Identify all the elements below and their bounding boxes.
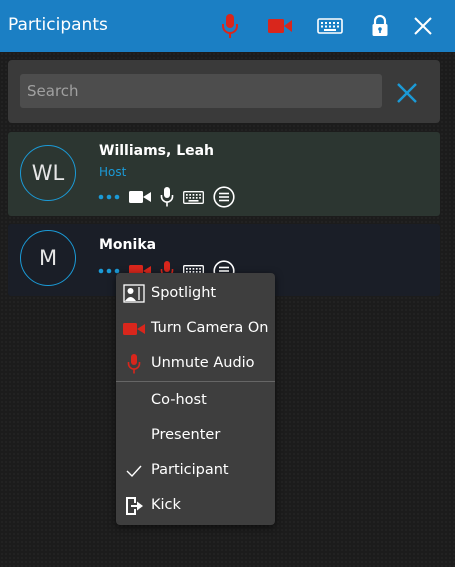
menu-item-label: Turn Camera On bbox=[151, 320, 269, 336]
participant-name: Monika bbox=[99, 237, 157, 253]
spotlight-icon bbox=[123, 284, 145, 304]
camera-off-icon[interactable] bbox=[266, 12, 294, 40]
menu-item-label: Co-host bbox=[151, 392, 207, 408]
menu-item-kick[interactable]: Kick bbox=[116, 491, 275, 521]
keyboard-icon[interactable] bbox=[316, 12, 344, 40]
participant-role: Host bbox=[99, 165, 127, 179]
close-icon[interactable] bbox=[409, 12, 437, 40]
participant-actions bbox=[98, 186, 244, 208]
menu-list-icon[interactable] bbox=[213, 186, 235, 208]
avatar: WL bbox=[20, 145, 76, 201]
menu-item-presenter[interactable]: Presenter bbox=[116, 421, 275, 451]
menu-item-participant[interactable]: Participant bbox=[116, 456, 275, 486]
participant-name: Williams, Leah bbox=[99, 143, 215, 159]
participant-context-menu: Spotlight Turn Camera On Unmute Audio Co… bbox=[116, 273, 275, 525]
camera-icon bbox=[123, 319, 145, 339]
search-panel bbox=[8, 60, 440, 123]
lock-icon[interactable] bbox=[366, 12, 394, 40]
menu-item-label: Kick bbox=[151, 497, 181, 513]
avatar: M bbox=[20, 230, 76, 286]
camera-icon[interactable] bbox=[129, 190, 151, 204]
search-input[interactable] bbox=[20, 74, 382, 108]
kick-icon bbox=[123, 496, 145, 516]
participant-row[interactable]: WL Williams, Leah Host bbox=[8, 132, 440, 216]
keyboard-icon[interactable] bbox=[183, 190, 204, 204]
menu-item-label: Presenter bbox=[151, 427, 221, 443]
menu-item-spotlight[interactable]: Spotlight bbox=[116, 279, 275, 309]
more-options-icon[interactable] bbox=[98, 194, 120, 200]
menu-item-label: Participant bbox=[151, 462, 229, 478]
clear-search-icon[interactable] bbox=[394, 80, 420, 106]
mic-muted-icon[interactable] bbox=[216, 12, 244, 40]
menu-item-turn-camera-on[interactable]: Turn Camera On bbox=[116, 314, 275, 344]
menu-item-co-host[interactable]: Co-host bbox=[116, 386, 275, 416]
menu-item-label: Spotlight bbox=[151, 285, 217, 301]
panel-title: Participants bbox=[8, 15, 108, 35]
participants-header: Participants bbox=[0, 0, 455, 52]
menu-divider bbox=[116, 381, 275, 382]
mic-icon bbox=[123, 354, 145, 374]
check-icon bbox=[123, 461, 145, 481]
menu-item-label: Unmute Audio bbox=[151, 355, 255, 371]
menu-item-unmute-audio[interactable]: Unmute Audio bbox=[116, 349, 275, 379]
mic-icon[interactable] bbox=[160, 187, 174, 207]
